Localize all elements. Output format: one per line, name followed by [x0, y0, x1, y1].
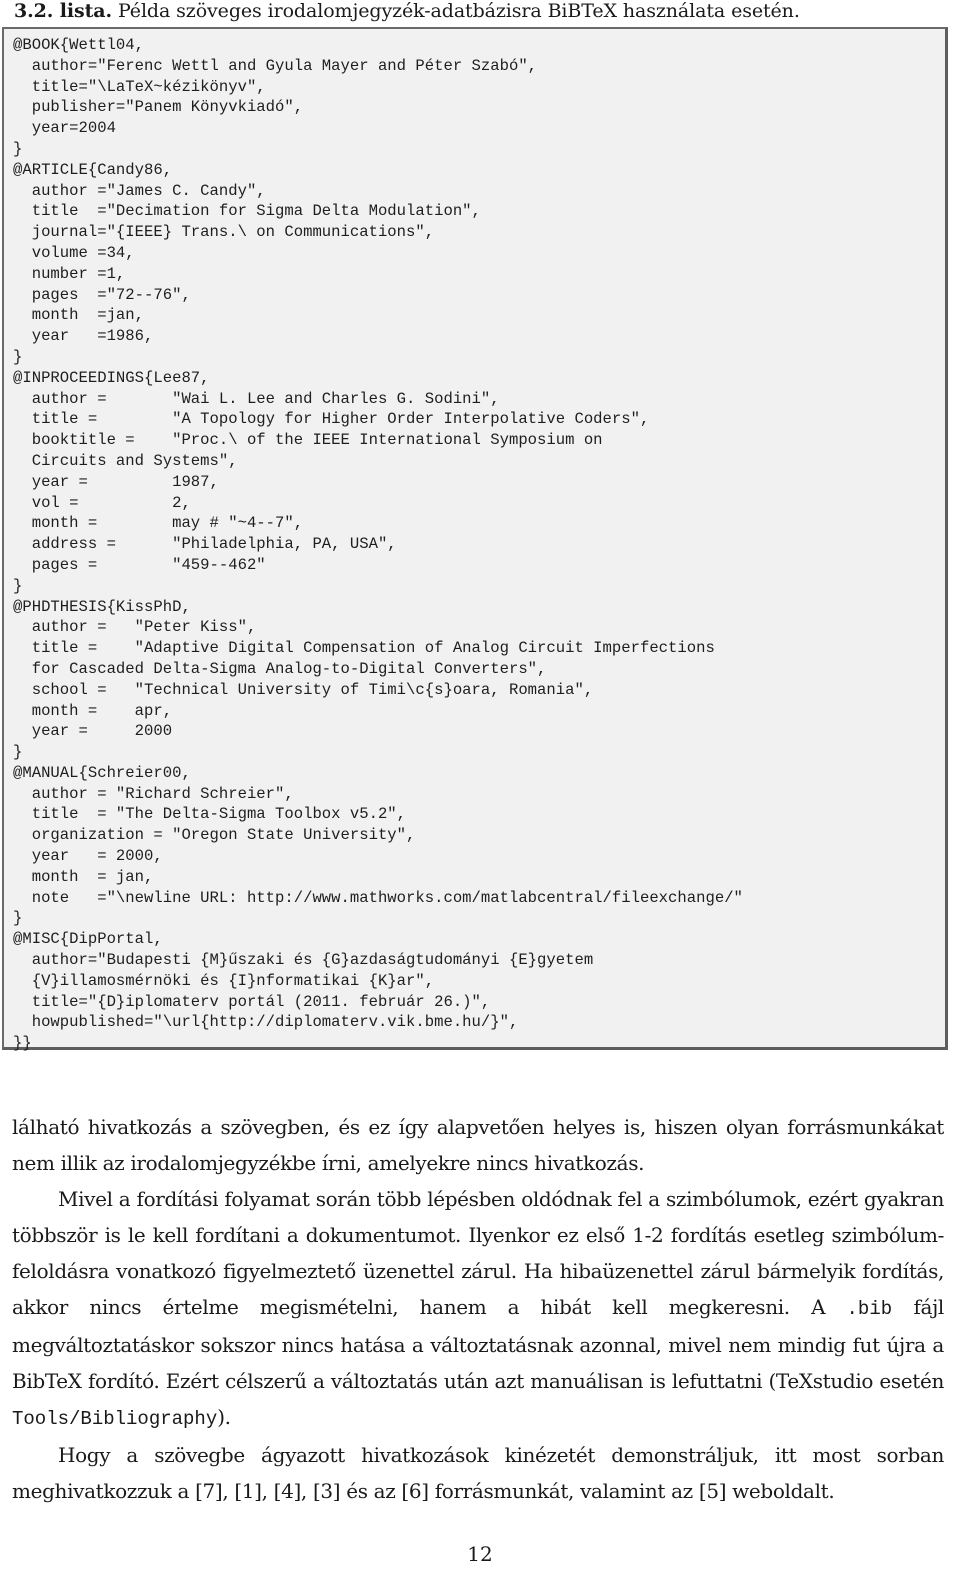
code-line: author = "Peter Kiss", — [13, 618, 257, 637]
code-line: } — [13, 909, 23, 928]
code-line: title ="Decimation for Sigma Delta Modul… — [13, 202, 481, 221]
code-line: {V}illamosmérnöki és {I}nformatikai {K}a… — [13, 971, 435, 990]
code-line: year=2004 — [13, 119, 116, 138]
code-line: pages = "459--462" — [13, 555, 266, 574]
code-line: howpublished="\url{http://diplomaterv.vi… — [13, 1013, 519, 1032]
code-line: month = may # "~4--7", — [13, 514, 304, 533]
code-line: author ="James C. Candy", — [13, 181, 266, 200]
code-line: pages ="72--76", — [13, 285, 191, 304]
code-block: @BOOK{Wettl04, author="Ferenc Wettl and … — [4, 29, 945, 1054]
code-line: journal="{IEEE} Trans.\ on Communication… — [13, 223, 435, 242]
code-line: } — [13, 576, 23, 595]
code-line: title = "The Delta-Sigma Toolbox v5.2", — [13, 805, 407, 824]
code-line: Circuits and Systems", — [13, 451, 238, 470]
code-line: @MANUAL{Schreier00, — [13, 763, 191, 782]
code-line: title="{D}iplomaterv portál (2011. febru… — [13, 992, 491, 1011]
code-line: title = "Adaptive Digital Compensation o… — [13, 639, 715, 658]
code-line: @INPROCEEDINGS{Lee87, — [13, 368, 210, 387]
paragraph-continuation: lálható hivatkozás a szövegben, és ez íg… — [12, 1115, 944, 1175]
code-line: publisher="Panem Könyvkiadó", — [13, 98, 304, 117]
code-line: } — [13, 347, 23, 366]
code-line: volume =34, — [13, 243, 135, 262]
code-line: author="Budapesti {M}űszaki és {G}azdasá… — [13, 951, 594, 970]
code-line: number =1, — [13, 264, 126, 283]
page-number: 12 — [467, 1542, 493, 1566]
code-line: title = "A Topology for Higher Order Int… — [13, 410, 650, 429]
code-line: year = 2000 — [13, 722, 173, 741]
code-line: }} — [13, 1034, 32, 1053]
code-line: school = "Technical University of Timi\c… — [13, 680, 594, 699]
code-line: } — [13, 139, 23, 158]
code-line: title="\LaTeX~kézikönyv", — [13, 77, 266, 96]
code-line: year =1986, — [13, 327, 154, 346]
listing-caption-label: 3.2. lista. — [14, 0, 113, 22]
paragraph-compilation: Mivel a fordítási folyamat során több lé… — [12, 1181, 944, 1437]
code-line: booktitle = "Proc.\ of the IEEE Internat… — [13, 431, 603, 450]
bibtex-code-listing: @BOOK{Wettl04, author="Ferenc Wettl and … — [2, 27, 948, 1052]
paragraph-text: Mivel a fordítási folyamat során több lé… — [12, 1187, 944, 1319]
code-line: month = jan, — [13, 867, 154, 886]
code-line: month = apr, — [13, 701, 173, 720]
code-line: address = "Philadelphia, PA, USA", — [13, 535, 397, 554]
code-line: note ="\newline URL: http://www.mathwork… — [13, 888, 743, 907]
listing-caption: 3.2. lista. Példa szöveges irodalomjegyz… — [14, 0, 954, 24]
code-line: @ARTICLE{Candy86, — [13, 160, 173, 179]
paragraph-text: ). — [217, 1405, 231, 1429]
code-line: @MISC{DipPortal, — [13, 930, 163, 949]
paragraph-citations: Hogy a szövegbe ágyazott hivatkozások ki… — [12, 1443, 944, 1503]
code-line: for Cascaded Delta-Sigma Analog-to-Digit… — [13, 659, 547, 678]
code-line: @BOOK{Wettl04, — [13, 36, 145, 54]
code-line: month =jan, — [13, 306, 145, 325]
inline-code-menu-path: Tools/Bibliography — [12, 1408, 218, 1430]
body-text: lálható hivatkozás a szövegben, és ez íg… — [12, 1109, 944, 1509]
code-line: } — [13, 743, 23, 762]
code-line: organization = "Oregon State University"… — [13, 826, 416, 845]
code-line: year = 2000, — [13, 847, 163, 866]
code-line: author = "Richard Schreier", — [13, 784, 294, 803]
code-line: author="Ferenc Wettl and Gyula Mayer and… — [13, 56, 538, 75]
listing-caption-text: Példa szöveges irodalomjegyzék-adatbázis… — [112, 0, 800, 22]
code-line: author = "Wai L. Lee and Charles G. Sodi… — [13, 389, 500, 408]
code-line: year = 1987, — [13, 472, 219, 491]
inline-code-bib: .bib — [846, 1298, 893, 1320]
code-line: @PHDTHESIS{KissPhD, — [13, 597, 191, 616]
code-line: vol = 2, — [13, 493, 191, 512]
